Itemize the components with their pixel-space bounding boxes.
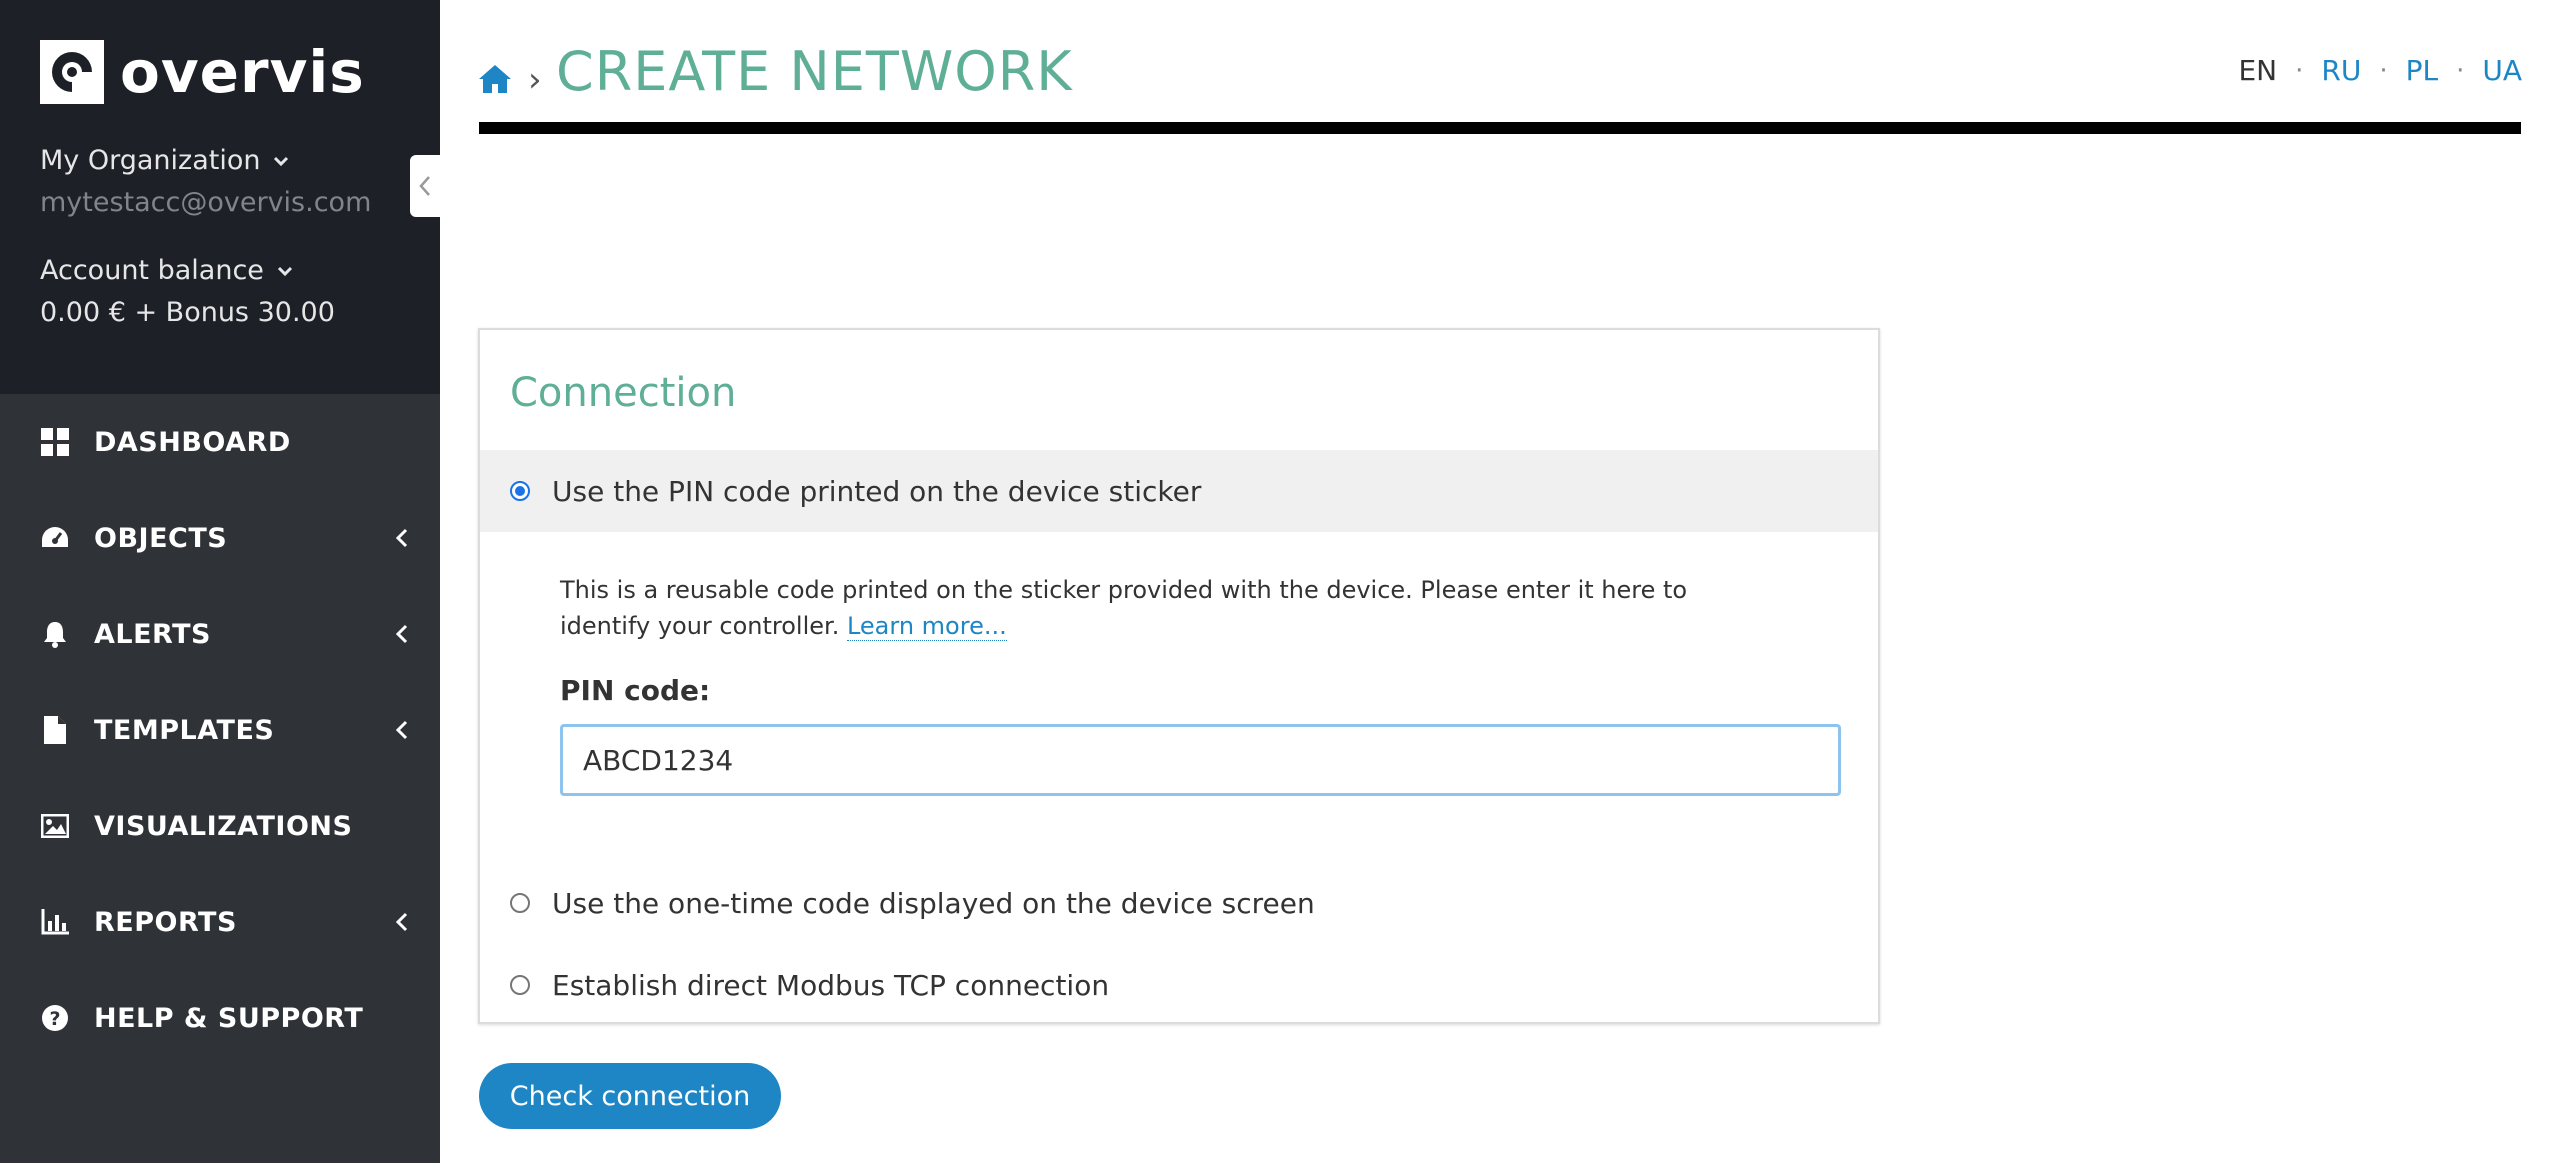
svg-text:?: ? <box>49 1008 60 1030</box>
option-pin-description-text: This is a reusable code printed on the s… <box>560 576 1688 640</box>
account-balance-value: 0.00 € + Bonus 30.00 <box>40 297 335 328</box>
connection-panel: Connection Use the PIN code printed on t… <box>478 328 1880 1024</box>
chevron-left-icon <box>395 528 408 548</box>
sidebar-item-objects[interactable]: OBJECTS <box>0 490 440 586</box>
sidebar-item-label: REPORTS <box>94 906 237 938</box>
organization-name: My Organization <box>40 145 261 176</box>
question-icon: ? <box>40 1003 70 1033</box>
radio-one-time-code[interactable] <box>510 893 530 913</box>
sidebar-item-reports[interactable]: REPORTS <box>0 874 440 970</box>
sidebar-menu: DASHBOARD OBJECTS ALERTS TEMPLATES VISUA… <box>0 394 440 1066</box>
sidebar-item-label: VISUALIZATIONS <box>94 810 353 842</box>
logo-mark-icon <box>40 40 104 104</box>
option-pin-code[interactable]: Use the PIN code printed on the device s… <box>480 450 1878 532</box>
home-icon[interactable] <box>478 64 512 94</box>
organization-selector[interactable]: My Organization <box>40 145 290 176</box>
gauge-icon <box>40 523 70 553</box>
option-one-time-code-label: Use the one-time code displayed on the d… <box>552 886 1315 920</box>
pin-code-label: PIN code: <box>560 674 711 707</box>
sidebar-item-alerts[interactable]: ALERTS <box>0 586 440 682</box>
bell-icon <box>40 619 70 649</box>
account-balance-label: Account balance <box>40 255 264 286</box>
language-separator: · <box>2295 55 2304 86</box>
language-pl[interactable]: PL <box>2406 54 2438 87</box>
chevron-left-icon <box>395 624 408 644</box>
language-ua[interactable]: UA <box>2482 54 2522 87</box>
sidebar-item-label: ALERTS <box>94 618 211 650</box>
sidebar-item-label: HELP & SUPPORT <box>94 1002 364 1034</box>
sidebar-item-templates[interactable]: TEMPLATES <box>0 682 440 778</box>
sidebar: overvis My Organization mytestacc@overvi… <box>0 0 440 1163</box>
language-separator: · <box>2379 55 2388 86</box>
logo[interactable]: overvis <box>40 40 365 104</box>
radio-modbus-tcp[interactable] <box>510 975 530 995</box>
language-en[interactable]: EN <box>2238 54 2277 87</box>
chevron-left-icon <box>395 720 408 740</box>
language-switcher: EN · RU · PL · UA <box>2238 54 2522 87</box>
radio-pin-code[interactable] <box>510 481 530 501</box>
chevron-down-icon <box>274 156 289 166</box>
sidebar-header: overvis My Organization mytestacc@overvi… <box>0 0 440 394</box>
image-icon <box>40 811 70 841</box>
connection-title: Connection <box>510 370 737 416</box>
option-one-time-code[interactable]: Use the one-time code displayed on the d… <box>480 862 1878 944</box>
chevron-down-icon <box>277 266 292 276</box>
account-balance-toggle[interactable]: Account balance <box>40 255 294 286</box>
option-pin-code-label: Use the PIN code printed on the device s… <box>552 474 1202 508</box>
language-ru[interactable]: RU <box>2321 54 2361 87</box>
logo-text: overvis <box>120 38 365 106</box>
file-icon <box>40 715 70 745</box>
pin-code-input[interactable] <box>560 724 1841 796</box>
sidebar-item-label: OBJECTS <box>94 522 228 554</box>
page-title: CREATE NETWORK <box>556 40 1073 103</box>
option-modbus-tcp[interactable]: Establish direct Modbus TCP connection <box>480 944 1878 1026</box>
sidebar-item-label: DASHBOARD <box>94 426 291 458</box>
option-modbus-tcp-label: Establish direct Modbus TCP connection <box>552 968 1110 1002</box>
sidebar-item-visualizations[interactable]: VISUALIZATIONS <box>0 778 440 874</box>
option-pin-description: This is a reusable code printed on the s… <box>560 572 1760 644</box>
breadcrumb-separator: › <box>528 60 542 100</box>
sidebar-item-dashboard[interactable]: DASHBOARD <box>0 394 440 490</box>
title-divider <box>479 122 2521 134</box>
sidebar-item-label: TEMPLATES <box>94 714 275 746</box>
language-separator: · <box>2456 55 2465 86</box>
chevron-left-icon <box>419 176 430 196</box>
bar-chart-icon <box>40 907 70 937</box>
learn-more-link[interactable]: Learn more... <box>846 612 1007 641</box>
sidebar-collapse-button[interactable] <box>410 155 440 217</box>
sidebar-item-help-support[interactable]: ? HELP & SUPPORT <box>0 970 440 1066</box>
chevron-left-icon <box>395 912 408 932</box>
check-connection-button[interactable]: Check connection <box>479 1063 781 1129</box>
dashboard-icon <box>40 427 70 457</box>
account-email: mytestacc@overvis.com <box>40 187 372 218</box>
